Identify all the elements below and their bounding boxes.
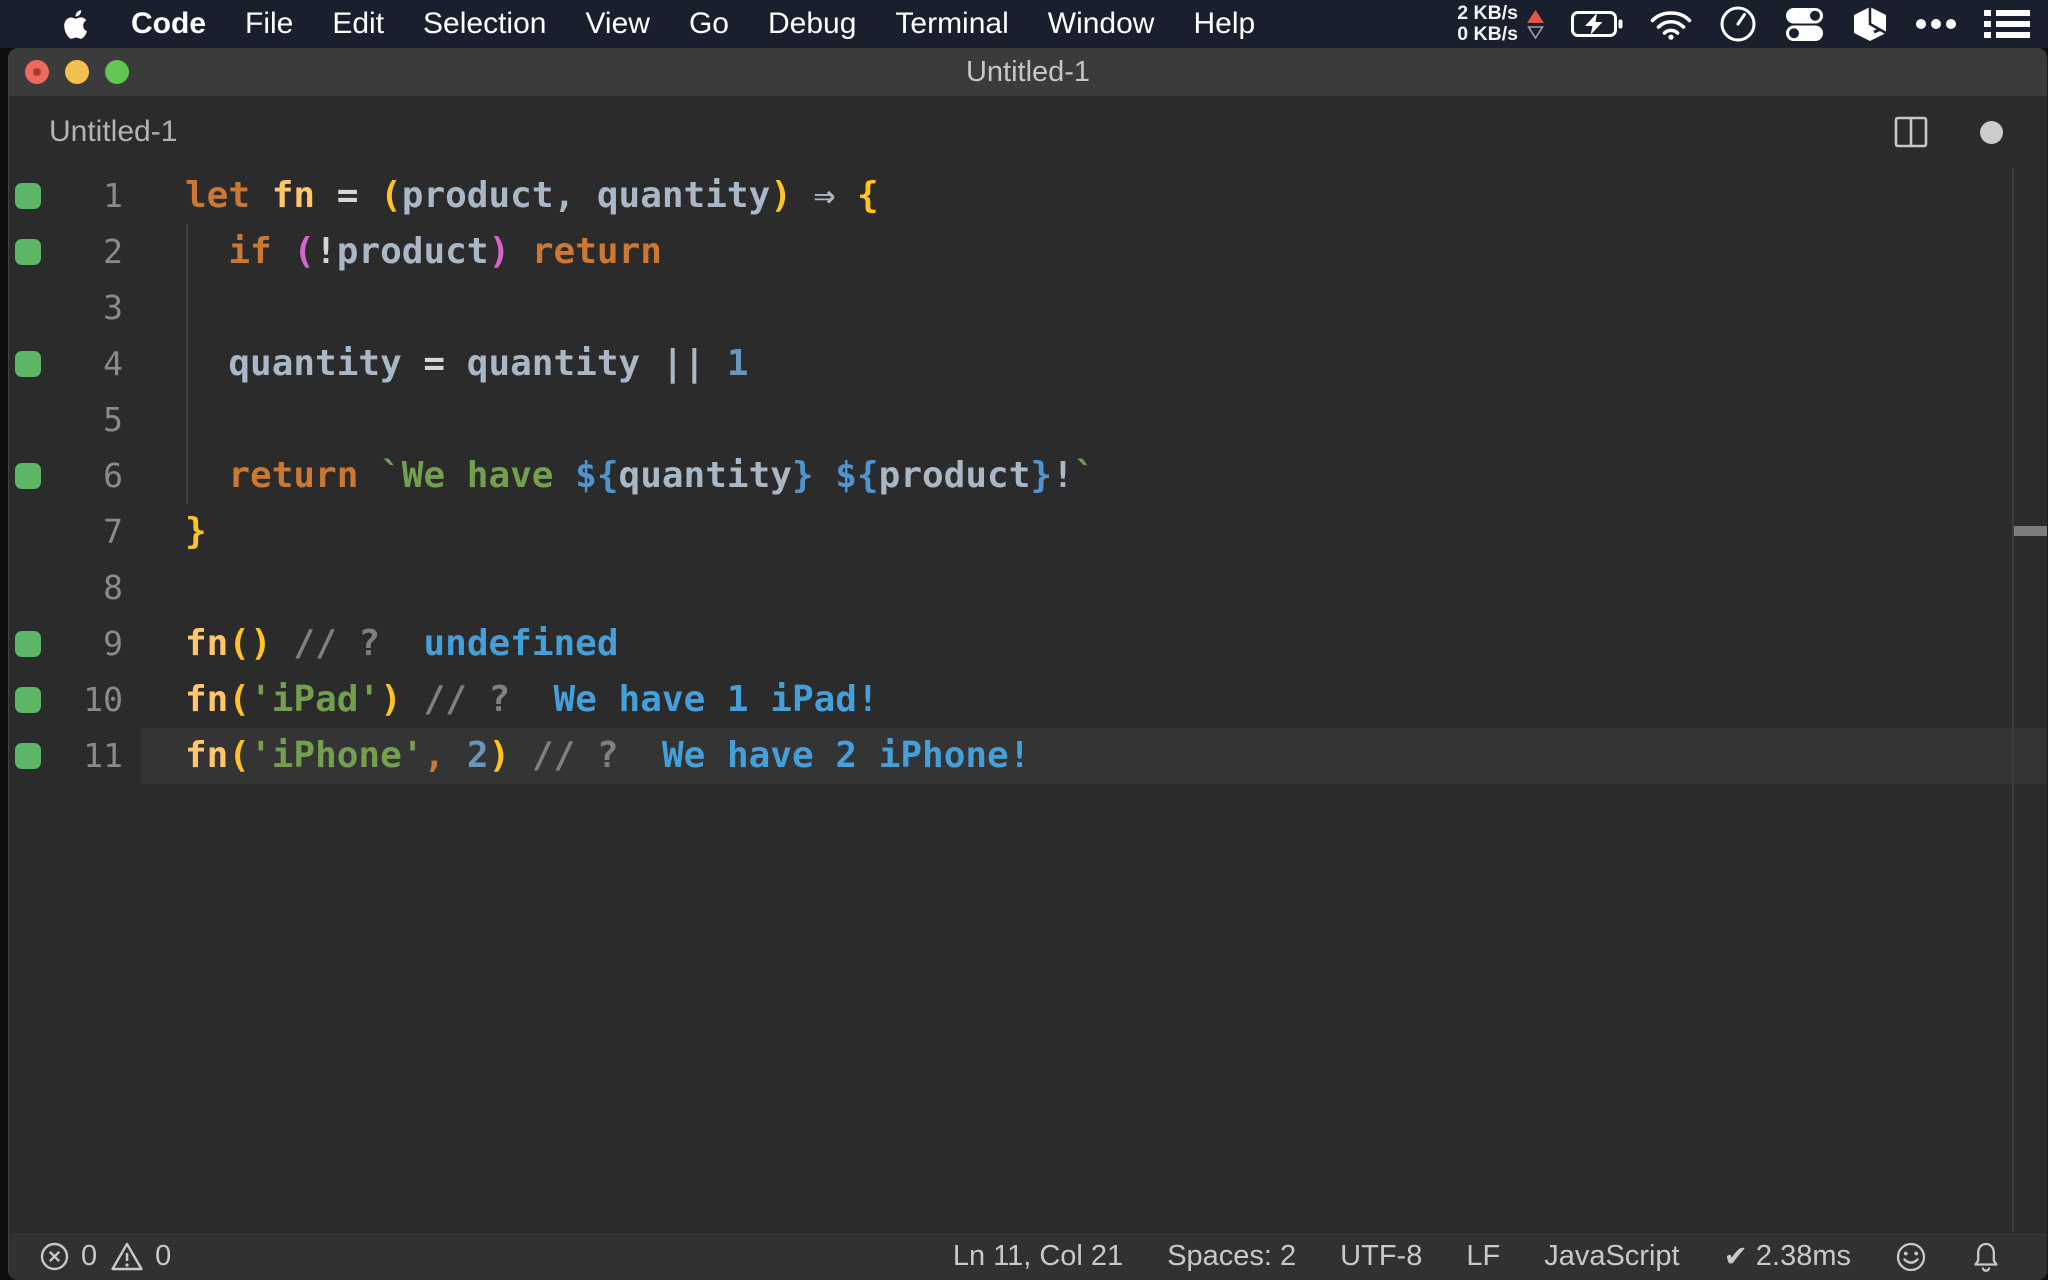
code-text: fn('iPad') // ? We have 1 iPad! (185, 679, 879, 720)
code-line-1[interactable]: 1 let fn = (product, quantity) ⇒ { (9, 168, 2047, 224)
apple-icon[interactable] (64, 8, 91, 41)
bell-icon[interactable] (1971, 1240, 2001, 1273)
smiley-icon[interactable] (1895, 1241, 1927, 1273)
code-text: let fn = (product, quantity) ⇒ { (185, 175, 879, 216)
battery-charging-icon[interactable] (1571, 10, 1623, 38)
code-line-11[interactable]: 11 fn('iPhone', 2) // ? We have 2 iPhone! (9, 728, 2047, 784)
menu-item-help[interactable]: Help (1193, 7, 1255, 41)
line-number[interactable]: 3 (9, 280, 123, 336)
indent-guide (186, 224, 188, 504)
eol-setting[interactable]: LF (1466, 1240, 1500, 1273)
encoding[interactable]: UTF-8 (1340, 1240, 1422, 1273)
zoom-button[interactable] (105, 60, 129, 84)
code-line-2[interactable]: 2 if (!product) return (9, 224, 2047, 280)
line-number[interactable]: 10 (9, 672, 123, 728)
line-number[interactable]: 9 (9, 616, 123, 672)
overview-ruler-cursor-mark[interactable] (2014, 526, 2047, 536)
open-file-label[interactable]: Untitled-1 (49, 115, 177, 149)
traffic-lights (25, 48, 129, 96)
status-bar: 0 0 Ln 11, Col 21 Spaces: 2 UTF-8 LF Jav… (9, 1232, 2047, 1280)
code-line-9[interactable]: 9 fn() // ? undefined (9, 616, 2047, 672)
code-text: fn() // ? undefined (185, 623, 619, 664)
code-text: fn('iPhone', 2) // ? We have 2 iPhone! (185, 735, 1031, 776)
code-line-4[interactable]: 4 quantity = quantity || 1 (9, 336, 2047, 392)
menu-item-selection[interactable]: Selection (423, 7, 546, 41)
code-line-7[interactable]: 7} (9, 504, 2047, 560)
net-download-speed: 0 KB/s (1457, 23, 1518, 45)
cube-icon[interactable] (1852, 5, 1888, 43)
indentation-setting[interactable]: Spaces: 2 (1167, 1240, 1296, 1273)
language-mode[interactable]: JavaScript (1544, 1240, 1679, 1273)
line-number[interactable]: 6 (9, 448, 123, 504)
warning-triangle-icon (111, 1242, 143, 1271)
upload-triangle-icon (1527, 9, 1544, 23)
code-text: return `We have ${quantity} ${product}!` (228, 455, 1096, 496)
problems-indicator[interactable]: 0 0 (39, 1240, 171, 1273)
download-triangle-icon (1527, 25, 1544, 39)
menu-items: Code File Edit Selection View Go Debug Terminal… (131, 7, 1255, 41)
line-number[interactable]: 8 (9, 560, 123, 616)
unsaved-dot-icon[interactable] (1980, 120, 2003, 144)
code-line-8[interactable]: 8 (9, 560, 2047, 616)
line-number[interactable]: 5 (9, 392, 123, 448)
line-number[interactable]: 7 (9, 504, 123, 560)
check-icon: ✔ (1723, 1241, 1748, 1273)
line-number[interactable]: 2 (9, 224, 123, 280)
toggle-switches-icon[interactable] (1784, 6, 1825, 43)
list-icon[interactable] (1984, 8, 2030, 40)
menu-item-edit[interactable]: Edit (332, 7, 384, 41)
line-number[interactable]: 1 (9, 168, 123, 224)
editor-header: Untitled-1 (9, 96, 2047, 168)
code-line-5[interactable]: 5 (9, 392, 2047, 448)
code-text: } (185, 511, 207, 552)
warning-count: 0 (155, 1240, 172, 1272)
window-title-bar[interactable]: Untitled-1 (9, 48, 2047, 96)
clock-icon[interactable] (1719, 5, 1757, 43)
line-number[interactable]: 4 (9, 336, 123, 392)
minimize-button[interactable] (65, 60, 89, 84)
error-circle-icon (40, 1242, 69, 1271)
menu-item-terminal[interactable]: Terminal (895, 7, 1008, 41)
status-bar-right: Ln 11, Col 21 Spaces: 2 UTF-8 LF JavaScr… (953, 1239, 2001, 1274)
menu-item-go[interactable]: Go (689, 7, 729, 41)
quokka-time: 2.38ms (1755, 1240, 1851, 1272)
line-number[interactable]: 11 (9, 728, 123, 784)
overflow-dots-icon[interactable] (1915, 18, 1957, 30)
cursor-position[interactable]: Ln 11, Col 21 (953, 1240, 1123, 1273)
code-text: quantity = quantity || 1 (228, 343, 749, 384)
error-count: 0 (81, 1240, 98, 1272)
code-editor[interactable]: 1 let fn = (product, quantity) ⇒ { 2 if (!… (9, 168, 2047, 1232)
screen: Code File Edit Selection View Go Debug Terminal… (0, 0, 2048, 1280)
quokka-status[interactable]: ✔ 2.38ms (1724, 1239, 1851, 1274)
network-speed-indicator[interactable]: 2 KB/s 0 KB/s (1457, 3, 1544, 45)
menu-item-debug[interactable]: Debug (768, 7, 856, 41)
wifi-icon[interactable] (1650, 9, 1692, 40)
net-upload-speed: 2 KB/s (1457, 2, 1518, 24)
window-title: Untitled-1 (965, 55, 1091, 88)
menu-item-window[interactable]: Window (1048, 7, 1155, 41)
menu-item-code[interactable]: Code (131, 7, 206, 41)
overview-ruler-border (2012, 168, 2014, 1232)
code-line-3[interactable]: 3 (9, 280, 2047, 336)
close-button[interactable] (25, 60, 49, 84)
menu-item-file[interactable]: File (245, 7, 293, 41)
menu-bar-status-items: 2 KB/s 0 KB/s (1457, 3, 2030, 45)
code-line-10[interactable]: 10 fn('iPad') // ? We have 1 iPad! (9, 672, 2047, 728)
split-editor-icon[interactable] (1894, 116, 1928, 148)
menu-item-view[interactable]: View (585, 7, 649, 41)
macos-menu-bar: Code File Edit Selection View Go Debug Terminal… (0, 0, 2048, 48)
code-text: if (!product) return (228, 231, 662, 272)
code-line-6[interactable]: 6 return `We have ${quantity} ${product}… (9, 448, 2047, 504)
editor-lines: 1 let fn = (product, quantity) ⇒ { 2 if (!… (9, 168, 2047, 784)
code-editor-window: Untitled-1 Untitled-1 1 let fn = (product… (8, 48, 2048, 1280)
